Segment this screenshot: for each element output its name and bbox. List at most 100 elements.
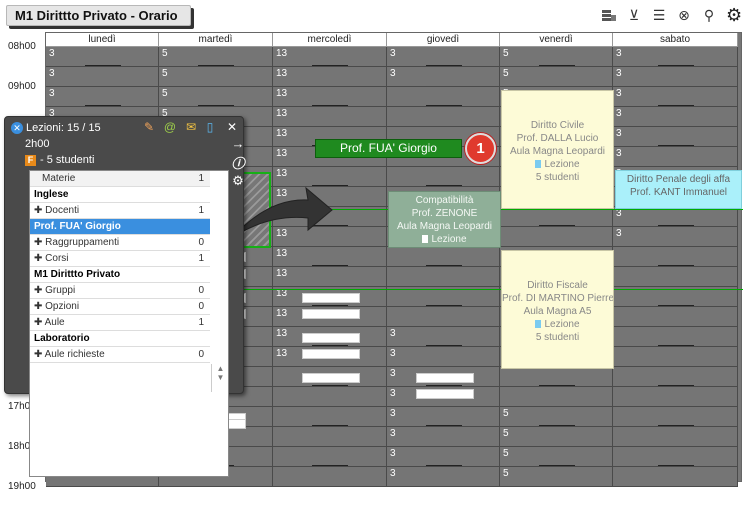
time-slot[interactable]: [500, 447, 613, 467]
time-slot[interactable]: [273, 67, 387, 87]
info-icon[interactable]: ⓘ: [231, 153, 245, 172]
time-slot[interactable]: [159, 67, 273, 87]
time-slot[interactable]: [613, 447, 738, 467]
time-slot[interactable]: [387, 67, 500, 87]
time-slot[interactable]: [613, 127, 738, 147]
close-icon[interactable]: ✕: [225, 120, 239, 134]
filter-add-icon[interactable]: ⊻: [626, 7, 642, 23]
time-slot[interactable]: [500, 427, 613, 447]
time-slot[interactable]: [387, 467, 500, 487]
mail-icon[interactable]: ✉: [184, 120, 198, 134]
time-slot[interactable]: [387, 307, 500, 327]
time-slot[interactable]: [613, 87, 738, 107]
time-slot[interactable]: [613, 147, 738, 167]
popup-row[interactable]: Laboratorio: [30, 331, 210, 347]
popup-row[interactable]: M1 Dirittto Privato: [30, 267, 210, 283]
time-slot[interactable]: [273, 447, 387, 467]
lesson-diritto-fiscale[interactable]: Diritto Fiscale Prof. DI MARTINO Pierre …: [501, 250, 614, 369]
time-slot[interactable]: [273, 107, 387, 127]
lesson-subject: Diritto Penale degli affa: [626, 174, 731, 185]
time-slot[interactable]: [613, 267, 738, 287]
time-slot[interactable]: [46, 87, 159, 107]
time-slot[interactable]: [273, 387, 387, 407]
time-slot[interactable]: [387, 407, 500, 427]
time-slot[interactable]: [613, 287, 738, 307]
list-users-icon[interactable]: [601, 7, 617, 23]
time-slot[interactable]: [613, 407, 738, 427]
gear-icon[interactable]: ⚙: [726, 6, 742, 24]
time-slot[interactable]: [387, 247, 500, 267]
placeholder-bar: [302, 309, 360, 319]
time-slot[interactable]: [273, 247, 387, 267]
time-slot[interactable]: [273, 467, 387, 487]
placeholder-bar: [302, 293, 360, 303]
popup-row[interactable]: ✚ Gruppi 0: [30, 283, 210, 299]
time-slot[interactable]: [387, 427, 500, 447]
time-slot[interactable]: [500, 367, 613, 387]
time-slot[interactable]: [387, 347, 500, 367]
time-slot[interactable]: [500, 387, 613, 407]
popup-row[interactable]: ✚ Docenti 1: [30, 203, 210, 219]
time-slot[interactable]: [613, 387, 738, 407]
time-slot[interactable]: [613, 307, 738, 327]
time-slot[interactable]: [387, 107, 500, 127]
popup-row[interactable]: Inglese: [30, 187, 210, 203]
time-slot[interactable]: [613, 327, 738, 347]
phone-icon[interactable]: ▯: [203, 120, 217, 134]
time-slot[interactable]: [613, 107, 738, 127]
slot-dash: [657, 385, 694, 386]
time-slot[interactable]: [613, 47, 738, 67]
time-slot[interactable]: [387, 287, 500, 307]
time-slot[interactable]: [500, 207, 613, 227]
time-slot[interactable]: [500, 227, 613, 247]
time-slot[interactable]: [387, 47, 500, 67]
time-slot[interactable]: [613, 467, 738, 487]
time-slot[interactable]: [613, 247, 738, 267]
arrow-right-icon[interactable]: →: [231, 136, 245, 151]
time-slot[interactable]: [387, 87, 500, 107]
popup-row[interactable]: ✚ Opzioni 0: [30, 299, 210, 315]
time-slot[interactable]: [613, 427, 738, 447]
time-slot[interactable]: [500, 47, 613, 67]
cancel-circle-icon[interactable]: ⊗: [676, 7, 692, 23]
time-slot[interactable]: [387, 267, 500, 287]
time-slot[interactable]: [500, 467, 613, 487]
close-popup-icon[interactable]: ✕: [11, 122, 23, 134]
time-slot[interactable]: [159, 47, 273, 67]
lesson-compatibilita[interactable]: Compatibilità Prof. ZENONE Aula Magna Le…: [388, 191, 501, 248]
time-slot[interactable]: [613, 367, 738, 387]
settings-icon[interactable]: ⚙: [231, 173, 245, 189]
lesson-diritto-civile[interactable]: Diritto Civile Prof. DALLA Lucio Aula Ma…: [501, 90, 614, 209]
time-slot[interactable]: [273, 267, 387, 287]
edit-icon[interactable]: ✎: [142, 120, 156, 134]
popup-row[interactable]: ✚ Aule 1: [30, 315, 210, 331]
popup-row[interactable]: ✚ Aule richieste 0: [30, 347, 210, 363]
lesson-type: Lezione: [389, 233, 500, 246]
time-slot[interactable]: [387, 327, 500, 347]
time-slot[interactable]: [273, 47, 387, 67]
popup-row[interactable]: ✚ Corsi 1: [30, 251, 210, 267]
slot-dash: [312, 305, 348, 306]
time-slot[interactable]: [387, 447, 500, 467]
at-icon[interactable]: @: [163, 120, 177, 134]
time-slot[interactable]: [500, 407, 613, 427]
popup-scrollbar[interactable]: ▲ ▼: [211, 364, 229, 392]
popup-row[interactable]: ✚ Raggruppamenti 0: [30, 235, 210, 251]
time-slot[interactable]: [46, 67, 159, 87]
time-slot[interactable]: [46, 47, 159, 67]
search-icon[interactable]: ⚲: [701, 7, 717, 23]
close-list-icon[interactable]: ☰: [651, 7, 667, 23]
time-slot[interactable]: [273, 407, 387, 427]
time-slot[interactable]: [613, 67, 738, 87]
time-slot[interactable]: [273, 87, 387, 107]
time-slot[interactable]: [613, 227, 738, 247]
lesson-diritto-penale[interactable]: Diritto Penale degli affa Prof. KANT Imm…: [615, 170, 742, 209]
time-slot[interactable]: [159, 87, 273, 107]
time-slot[interactable]: [273, 427, 387, 447]
time-slot[interactable]: [613, 347, 738, 367]
time-slot[interactable]: [613, 207, 738, 227]
popup-row[interactable]: Prof. FUA' Giorgio: [30, 219, 210, 235]
time-slot[interactable]: [500, 67, 613, 87]
time-slot[interactable]: [387, 167, 500, 187]
popup-row[interactable]: Materie 1: [30, 171, 210, 187]
